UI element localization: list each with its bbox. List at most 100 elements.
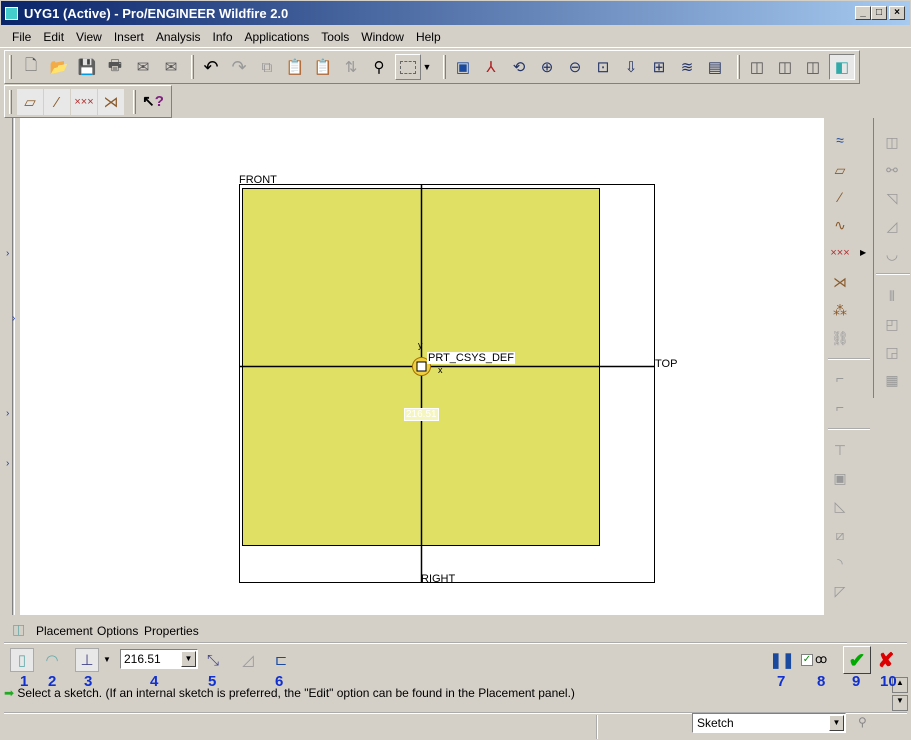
selection-filter-select[interactable]: Sketch ▼ <box>692 713 846 733</box>
new-icon[interactable]: 🗋 <box>19 55 43 79</box>
zoom-out-icon[interactable]: ⊖ <box>563 55 587 79</box>
extrude-icon[interactable]: ⌐ <box>828 366 852 390</box>
csys-tool-icon[interactable]: ⋊ <box>828 270 852 294</box>
table-pattern-icon[interactable]: ▦ <box>880 368 904 392</box>
revolve-icon[interactable]: ⌐ <box>828 395 852 419</box>
spin-center-icon[interactable]: ⅄ <box>479 55 503 79</box>
depth-value-combo[interactable]: 216.51 ▼ <box>120 649 198 669</box>
save-icon[interactable]: 💾 <box>75 55 99 79</box>
chevron-down-icon[interactable]: ▼ <box>181 651 196 667</box>
reorient-icon[interactable]: ⇩ <box>619 55 643 79</box>
menu-help[interactable]: Help <box>416 30 441 44</box>
sketch-tool-icon[interactable]: ≈ <box>828 128 852 152</box>
orient-icon[interactable]: ⟲ <box>507 55 531 79</box>
minimize-button[interactable]: _ <box>855 6 871 20</box>
extrude-solid-icon[interactable]: ▯ <box>10 648 34 672</box>
depth-dimension-label[interactable]: 216.51 <box>404 408 439 421</box>
toolbar-grip[interactable] <box>9 55 12 79</box>
menu-view[interactable]: View <box>76 30 102 44</box>
refit-icon[interactable]: ⊡ <box>591 55 615 79</box>
depth-option-icon[interactable]: ⊥ <box>75 648 99 672</box>
datum-planes-icon[interactable]: ▱ <box>17 89 43 115</box>
flyout-arrow-icon[interactable]: ▶ <box>860 248 866 257</box>
rib-icon[interactable]: ◺ <box>828 494 852 518</box>
menu-info[interactable]: Info <box>213 30 233 44</box>
draft-icon[interactable]: ⧄ <box>828 523 852 547</box>
remove-material-icon[interactable]: ◿ <box>236 648 260 672</box>
view-manager-icon[interactable]: ⊞ <box>647 55 671 79</box>
boundary-icon[interactable]: ◡ <box>880 242 904 266</box>
paste-icon[interactable]: 📋 <box>283 55 307 79</box>
menu-tools[interactable]: Tools <box>321 30 349 44</box>
copy-icon[interactable]: ⧉ <box>255 55 279 79</box>
depth-option-dropdown-icon[interactable]: ▼ <box>103 655 111 664</box>
regenerate-icon[interactable]: ⇅ <box>339 55 363 79</box>
paste-special-icon[interactable]: 📋 <box>311 55 335 79</box>
menu-file[interactable]: File <box>12 30 31 44</box>
saved-views-icon[interactable]: ▤ <box>703 55 727 79</box>
datum-point-tool-icon[interactable]: ××× <box>828 241 852 265</box>
wireframe-icon[interactable]: ◫ <box>745 55 769 79</box>
datum-curve-tool-icon[interactable]: ∿ <box>828 213 852 237</box>
apply-button[interactable]: ✔ <box>843 646 871 674</box>
copy-feature-icon[interactable]: ◫ <box>880 130 904 154</box>
pattern-icon[interactable]: ⚯ <box>880 158 904 182</box>
send-link-icon[interactable]: ✉ <box>159 55 183 79</box>
select-box-icon[interactable] <box>395 54 421 80</box>
analysis-feature-icon[interactable]: ⁂ <box>828 298 852 322</box>
link-icon[interactable]: ⛓ <box>828 326 852 350</box>
maximize-button[interactable]: □ <box>871 6 887 20</box>
merge-icon[interactable]: ◰ <box>880 312 904 336</box>
graphics-window[interactable]: FRONT TOP RIGHT PRT_CSYS_DEF y x 216.51 <box>20 118 823 615</box>
cancel-button[interactable]: ✘ <box>874 648 898 672</box>
no-hidden-icon[interactable]: ◫ <box>801 55 825 79</box>
chevron-down-icon[interactable]: ▼ <box>829 715 844 731</box>
toolbar-grip[interactable] <box>9 90 12 114</box>
glasses-preview-icon[interactable]: ꝏ <box>815 652 827 666</box>
hole-icon[interactable]: ⊤ <box>828 438 852 462</box>
extrude-surface-icon[interactable]: ◠ <box>40 648 64 672</box>
whats-this-icon[interactable]: ↖? <box>141 89 165 113</box>
tab-properties[interactable]: Properties <box>144 624 199 638</box>
open-icon[interactable]: 📂 <box>47 55 71 79</box>
send-mail-icon[interactable]: ✉ <box>131 55 155 79</box>
datum-plane-tool-icon[interactable]: ▱ <box>828 158 852 182</box>
expand-arrow-icon[interactable]: › <box>6 248 9 259</box>
datum-axes-icon[interactable]: ⁄ <box>44 89 70 115</box>
redo-icon[interactable]: ↷ <box>227 55 251 79</box>
mirror-icon[interactable]: ⫴ <box>880 284 904 308</box>
chamfer-icon[interactable]: ◸ <box>828 579 852 603</box>
splitter[interactable] <box>12 118 15 615</box>
thicken-sketch-icon[interactable]: ⊏ <box>269 648 293 672</box>
message-scroll-down[interactable]: ▼ <box>892 695 908 711</box>
zoom-in-icon[interactable]: ⊕ <box>535 55 559 79</box>
menu-window[interactable]: Window <box>361 30 404 44</box>
preview-checkbox[interactable]: ✓ <box>801 654 813 666</box>
trim-icon[interactable]: ◲ <box>880 340 904 364</box>
menu-insert[interactable]: Insert <box>114 30 144 44</box>
print-icon[interactable]: 🖶 <box>103 55 127 79</box>
expand-arrow-icon[interactable]: › <box>6 408 9 419</box>
csys-icon[interactable]: ⋊ <box>98 89 124 115</box>
find-icon[interactable]: ⚲ <box>367 55 391 79</box>
round-icon[interactable]: ◝ <box>828 551 852 575</box>
shading-icon[interactable]: ◧ <box>829 54 855 80</box>
menu-applications[interactable]: Applications <box>245 30 310 44</box>
menu-analysis[interactable]: Analysis <box>156 30 201 44</box>
datum-axis-tool-icon[interactable]: ⁄ <box>828 185 852 209</box>
menu-edit[interactable]: Edit <box>43 30 64 44</box>
hidden-line-icon[interactable]: ◫ <box>773 55 797 79</box>
chevron-down-icon[interactable]: ▼ <box>421 55 433 79</box>
shell-icon[interactable]: ▣ <box>828 466 852 490</box>
expand-arrow-icon[interactable]: › <box>12 313 15 324</box>
close-button[interactable]: × <box>889 6 905 20</box>
expand-arrow-icon[interactable]: › <box>6 458 9 469</box>
datum-points-icon[interactable]: ××× <box>71 89 97 115</box>
flip-direction-icon[interactable]: ⤡ <box>201 648 225 672</box>
sweep-icon[interactable]: ◹ <box>880 186 904 210</box>
layers-icon[interactable]: ≋ <box>675 55 699 79</box>
depth-value-input[interactable]: 216.51 <box>124 652 161 666</box>
tab-options[interactable]: Options <box>97 624 138 638</box>
repaint-icon[interactable]: ▣ <box>451 55 475 79</box>
blend-icon[interactable]: ◿ <box>880 214 904 238</box>
